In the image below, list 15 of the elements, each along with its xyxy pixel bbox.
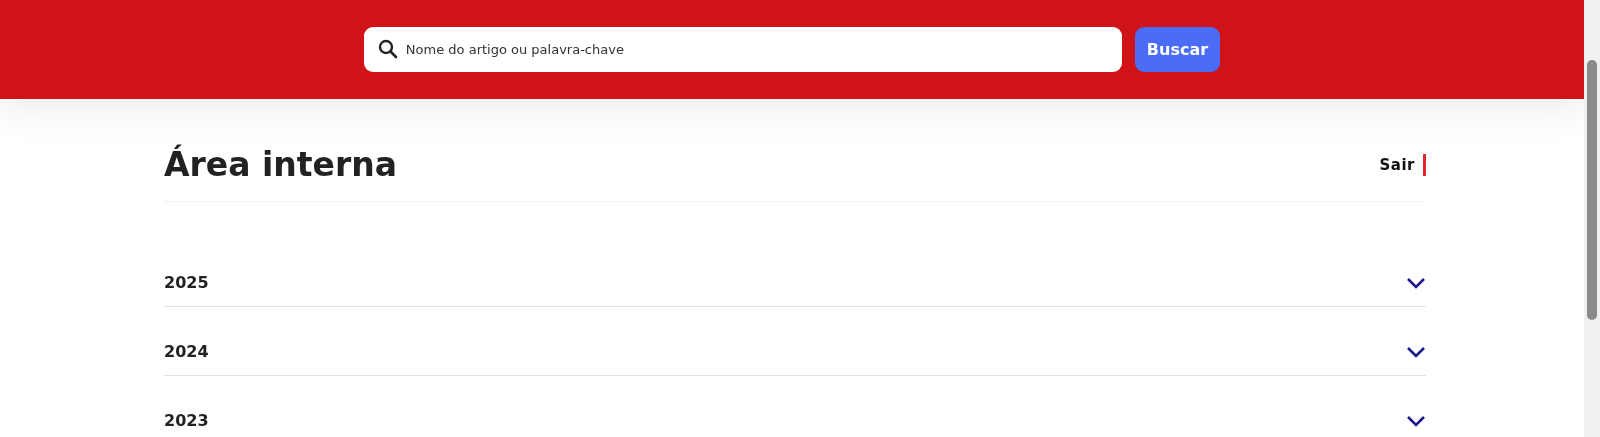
year-label: 2024 bbox=[164, 340, 209, 363]
year-label: 2025 bbox=[164, 271, 209, 294]
scrollbar[interactable] bbox=[1584, 0, 1600, 437]
scrollbar-thumb[interactable] bbox=[1587, 60, 1597, 320]
chevron-icon[interactable] bbox=[1406, 345, 1426, 358]
year-label: 2023 bbox=[164, 409, 209, 432]
chevron-icon[interactable] bbox=[1406, 276, 1426, 289]
year-accordion-header[interactable]: 2024 bbox=[164, 306, 1426, 376]
year-accordion-header[interactable]: 2025 bbox=[164, 237, 1426, 307]
page-title: Área interna bbox=[164, 145, 397, 185]
search-button[interactable]: Buscar bbox=[1134, 27, 1221, 72]
logout-link[interactable]: Sair bbox=[1379, 153, 1426, 177]
year-accordion-header[interactable]: 2023 bbox=[164, 375, 1426, 437]
search-field[interactable]: Nome do artigo ou palavra-chave bbox=[363, 27, 1122, 72]
chevron-icon[interactable] bbox=[1406, 414, 1426, 427]
